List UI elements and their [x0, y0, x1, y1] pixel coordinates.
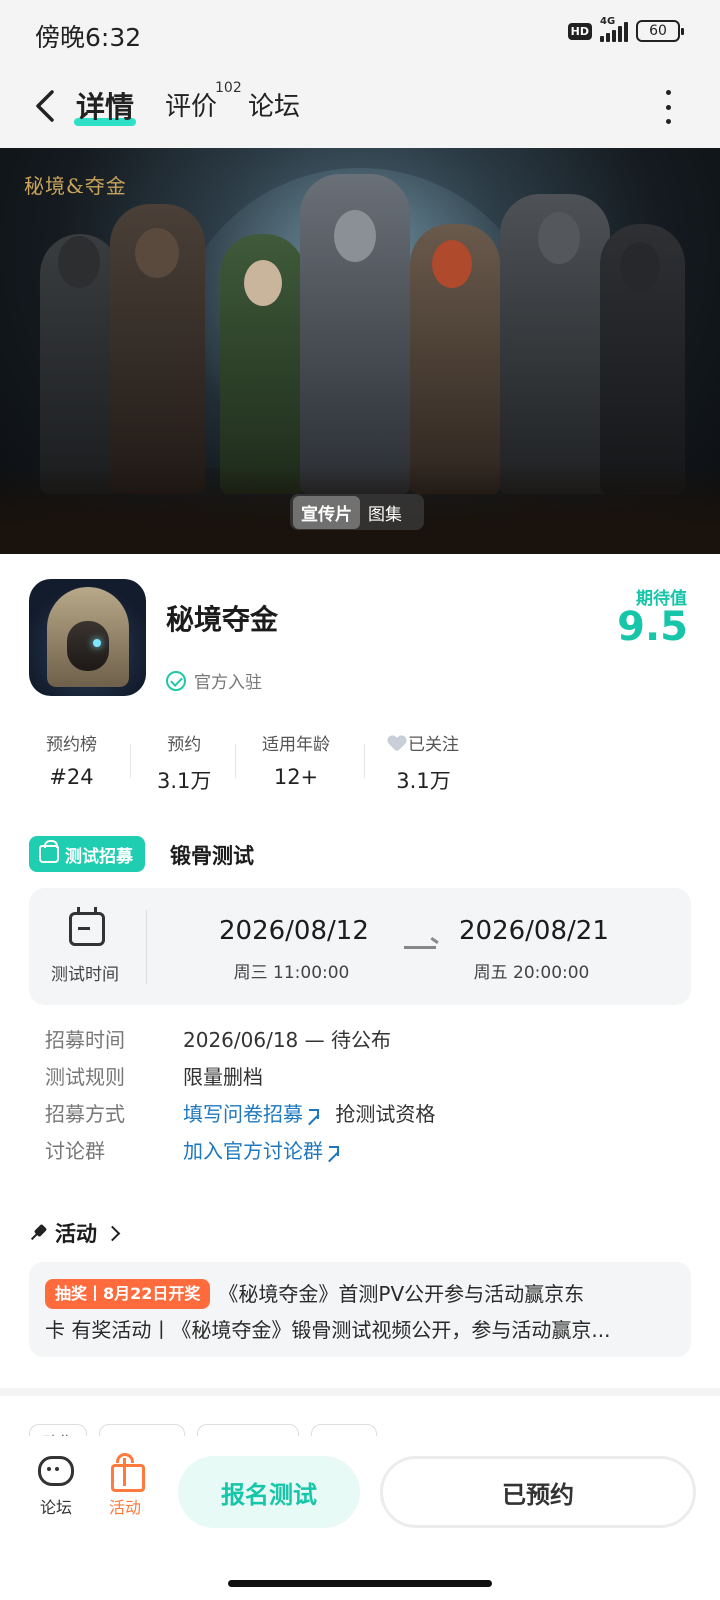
- signup-test-button[interactable]: 报名测试: [178, 1456, 360, 1528]
- chat-bubble-icon: [38, 1456, 74, 1486]
- pin-icon: [25, 1220, 50, 1245]
- test-end: 2026/08/21 周五 20:00:00: [459, 916, 609, 983]
- more-options-icon[interactable]: [664, 90, 672, 124]
- reviews-count-badge: 102: [215, 80, 242, 96]
- end-date: 2026/08/21: [459, 916, 609, 946]
- battery-icon: 60: [636, 20, 684, 42]
- nav-bar: 详情 评价 102 论坛: [0, 66, 720, 148]
- verified-check-icon: [166, 670, 186, 691]
- signal-icon: 4G: [600, 16, 628, 42]
- activity-text-2: 卡 有奖活动丨《秘境夺金》锻骨测试视频公开，参与活动赢京...: [45, 1318, 611, 1342]
- heart-icon: [388, 736, 406, 752]
- tab-reviews[interactable]: 评价: [165, 86, 217, 123]
- activity-text-1: 《秘境夺金》首测PV公开参与活动赢京东: [218, 1282, 585, 1306]
- test-recruit-tag: 测试招募: [29, 836, 145, 872]
- game-stats: 预约榜 #24 预约 3.1万 适用年龄 12+ 已关注 3.1万: [30, 730, 510, 793]
- test-time-label: 测试时间: [51, 965, 119, 985]
- join-group-link[interactable]: 加入官方讨论群: [183, 1139, 323, 1163]
- calendar-icon: [69, 907, 105, 946]
- external-link-icon[interactable]: [307, 1109, 319, 1121]
- activity-button[interactable]: 活动: [95, 1453, 155, 1518]
- arrow-right-icon: [404, 946, 436, 949]
- status-icons: HD 4G 60: [567, 16, 684, 42]
- grab-qualification[interactable]: 抢测试资格: [335, 1102, 435, 1126]
- external-link-icon[interactable]: [327, 1146, 339, 1158]
- section-divider: [0, 1388, 720, 1396]
- tab-trailer[interactable]: 宣传片: [293, 495, 360, 529]
- hd-icon: HD: [567, 22, 592, 40]
- tab-forum[interactable]: 论坛: [248, 86, 300, 123]
- chevron-right-icon: [104, 1225, 121, 1241]
- stat-ranking[interactable]: 预约榜 #24: [46, 730, 97, 789]
- test-name: 锻骨测试: [170, 844, 254, 868]
- activity-card[interactable]: 抽奖丨8月22日开奖 《秘境夺金》首测PV公开参与活动赢京东 卡 有奖活动丨《秘境…: [29, 1262, 691, 1357]
- forum-button[interactable]: 论坛: [26, 1456, 86, 1518]
- questionnaire-link[interactable]: 填写问卷招募: [183, 1102, 303, 1126]
- expectation-score: 9.5: [617, 604, 688, 650]
- stat-age-rating: 适用年龄 12+: [262, 735, 330, 789]
- gift-icon: [109, 1453, 145, 1492]
- lottery-tag: 抽奖丨8月22日开奖: [45, 1279, 211, 1309]
- game-logo: 秘境&夺金: [24, 174, 127, 198]
- battery-level: 60: [649, 23, 667, 39]
- game-app-icon: [29, 579, 146, 696]
- official-label: 官方入驻: [194, 673, 262, 693]
- start-date: 2026/08/12: [219, 916, 369, 946]
- banner-media-tabs: 宣传片 图集: [290, 494, 424, 530]
- stat-reservations: 预约 3.1万: [157, 735, 212, 793]
- tab-details[interactable]: 详情: [76, 84, 134, 126]
- back-arrow-icon[interactable]: [28, 86, 64, 126]
- test-time-card: 测试时间 2026/08/12 周三 11:00:00 2026/08/21 周…: [29, 888, 691, 1005]
- activity-section-header[interactable]: 活动: [29, 1218, 121, 1248]
- status-bar: 傍晚6:32 HD 4G 60: [0, 0, 720, 66]
- official-badge: 官方入驻: [166, 668, 262, 693]
- bottom-action-bar: 论坛 活动 报名测试 已预约: [0, 1436, 720, 1600]
- home-indicator[interactable]: [228, 1580, 492, 1587]
- recruit-icon: [39, 840, 59, 863]
- tab-gallery[interactable]: 图集: [360, 496, 410, 529]
- test-start: 2026/08/12 周三 11:00:00: [219, 916, 369, 983]
- network-type: 4G: [600, 16, 616, 27]
- activity-title: 活动: [55, 1222, 97, 1246]
- reserved-button[interactable]: 已预约: [380, 1456, 696, 1528]
- game-title: 秘境夺金: [166, 603, 279, 636]
- status-time: 傍晚6:32: [35, 23, 142, 52]
- stat-followers[interactable]: 已关注 3.1万: [388, 730, 459, 795]
